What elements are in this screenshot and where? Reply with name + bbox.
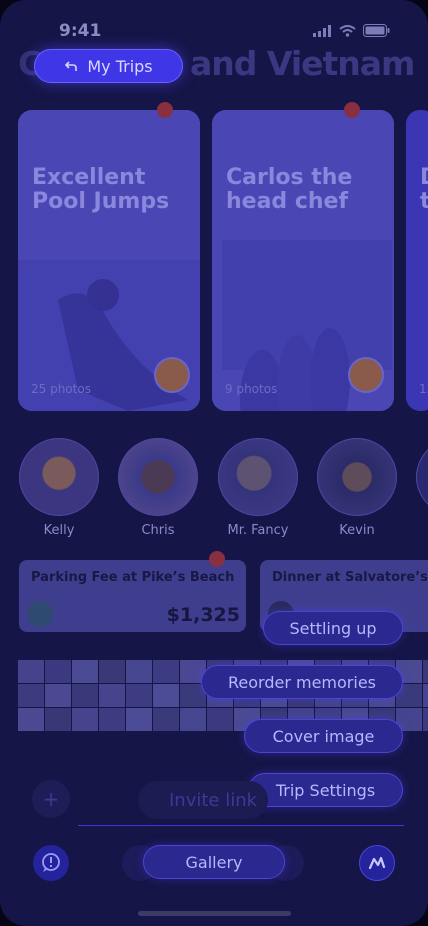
memory-photo-count: 9 photos bbox=[225, 382, 278, 396]
avatar bbox=[416, 438, 428, 516]
expense-card[interactable]: Parking Fee at Pike’s Beach $1,325 bbox=[19, 560, 246, 632]
friend-name: Chris bbox=[141, 523, 175, 538]
reorder-memories-tooltip[interactable]: Reorder memories bbox=[201, 665, 403, 699]
expense-amount: $1,325 bbox=[166, 604, 240, 626]
wifi-icon bbox=[339, 24, 356, 37]
memory-card[interactable]: Excellent Pool Jumps 25 photos bbox=[18, 110, 200, 411]
memory-card[interactable]: D t 12 bbox=[406, 110, 428, 411]
friend-name: Mr. Fancy bbox=[227, 523, 289, 538]
avatar bbox=[118, 438, 198, 516]
expense-title: Dinner at Salvatore’s bbox=[272, 570, 428, 585]
memory-title: Carlos the head chef bbox=[226, 165, 353, 214]
back-arrow-icon bbox=[65, 61, 78, 71]
friend-mr-fancy[interactable]: Mr. Fancy bbox=[218, 438, 298, 538]
settling-up-tooltip[interactable]: Settling up bbox=[263, 611, 403, 645]
brand-logo-icon bbox=[368, 856, 386, 870]
status-time: 9:41 bbox=[59, 21, 102, 41]
avatar bbox=[317, 438, 397, 516]
friend-kevin[interactable]: Kevin bbox=[317, 438, 397, 538]
feedback-button[interactable] bbox=[33, 845, 69, 881]
memory-photo-count: 12 bbox=[419, 382, 428, 396]
expense-title: Parking Fee at Pike’s Beach bbox=[31, 570, 235, 585]
friend-name: Kevin bbox=[339, 523, 375, 538]
friend-more[interactable] bbox=[416, 438, 428, 516]
friend-kelly[interactable]: Kelly bbox=[19, 438, 99, 538]
home-indicator bbox=[138, 911, 291, 916]
battery-icon bbox=[363, 24, 390, 37]
notification-dot bbox=[157, 102, 173, 118]
trip-title-suffix: and Vietnam bbox=[190, 44, 415, 83]
memory-card[interactable]: Carlos the head chef 9 photos bbox=[212, 110, 394, 411]
notification-dot bbox=[344, 102, 360, 118]
profile-button[interactable] bbox=[359, 845, 395, 881]
trip-settings-tooltip[interactable]: Trip Settings bbox=[248, 773, 403, 807]
status-icons bbox=[313, 24, 390, 37]
my-trips-button[interactable]: My Trips bbox=[34, 49, 183, 83]
invite-link-button[interactable]: Invite link bbox=[138, 781, 268, 819]
avatar bbox=[19, 438, 99, 516]
divider bbox=[78, 825, 404, 826]
cover-image-tooltip[interactable]: Cover image bbox=[244, 719, 403, 753]
app-screen: 9:41 C and Vietnam My Trips Excellent Po… bbox=[0, 0, 428, 926]
avatar bbox=[348, 357, 384, 393]
chat-alert-icon bbox=[42, 853, 60, 872]
gallery-tooltip[interactable]: Gallery bbox=[143, 845, 285, 879]
signal-icon bbox=[313, 24, 331, 37]
card-overlay bbox=[406, 110, 428, 411]
avatar bbox=[218, 438, 298, 516]
avatar bbox=[27, 601, 53, 627]
my-trips-label: My Trips bbox=[87, 56, 153, 76]
plus-icon: + bbox=[42, 787, 60, 811]
memory-title: D t bbox=[420, 166, 428, 214]
memory-photo-count: 25 photos bbox=[31, 382, 91, 396]
avatar bbox=[154, 357, 190, 393]
notification-dot bbox=[209, 551, 225, 567]
memory-title: Excellent Pool Jumps bbox=[32, 165, 170, 214]
friend-chris[interactable]: Chris bbox=[118, 438, 198, 538]
friend-name: Kelly bbox=[43, 523, 75, 538]
add-button[interactable]: + bbox=[32, 780, 70, 818]
